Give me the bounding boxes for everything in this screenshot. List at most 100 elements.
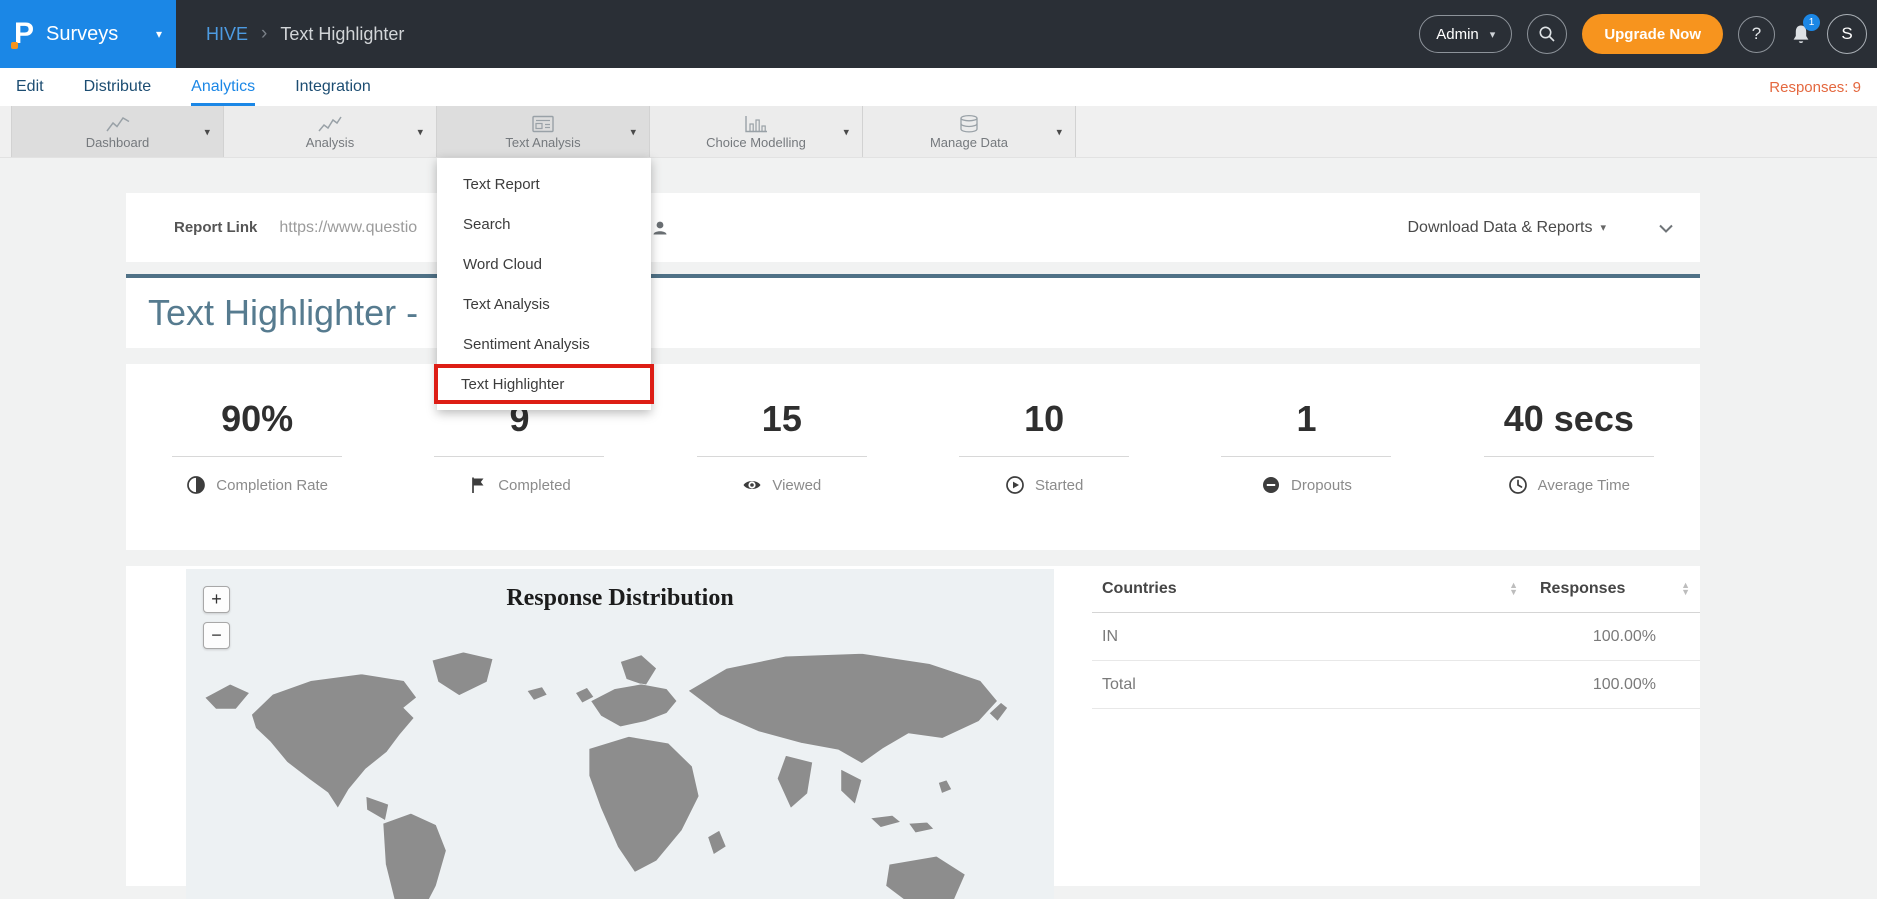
tab-edit[interactable]: Edit <box>16 68 44 106</box>
stat-value: 90% <box>126 398 388 440</box>
stat-label: Viewed <box>772 477 821 494</box>
chevron-down-icon: ▾ <box>417 125 423 138</box>
sort-icon[interactable]: ▲ ▼ <box>1509 582 1518 596</box>
product-name: Surveys <box>46 23 156 46</box>
divider <box>434 456 604 457</box>
toolbar-item-label: Analysis <box>306 135 354 150</box>
admin-label: Admin <box>1436 26 1479 43</box>
map-zoom-in-button[interactable]: + <box>203 586 230 613</box>
menu-item-text-analysis[interactable]: Text Analysis <box>437 284 651 324</box>
sort-icon[interactable]: ▲ ▼ <box>1681 582 1690 596</box>
stat-value: 1 <box>1175 398 1437 440</box>
help-label: ? <box>1752 24 1761 44</box>
countries-header-label: Countries <box>1102 580 1177 598</box>
tab-analytics[interactable]: Analytics <box>191 68 255 106</box>
stat-label: Completion Rate <box>216 477 328 494</box>
breadcrumb-separator-icon: › <box>261 23 267 45</box>
responses-header-label: Responses <box>1540 580 1625 598</box>
completion-rate-icon <box>186 475 206 495</box>
responses-cell: 100.00% <box>1593 628 1656 646</box>
help-button[interactable]: ? <box>1738 16 1775 53</box>
upgrade-now-button[interactable]: Upgrade Now <box>1582 14 1723 54</box>
report-link-bar: Report Link https://www.questio Download <box>126 193 1700 262</box>
breadcrumb-survey[interactable]: HIVE <box>206 24 248 45</box>
topbar-actions: Admin ▾ Upgrade Now ? 1 S <box>1419 14 1877 54</box>
flag-icon <box>468 475 488 495</box>
survey-nav: Edit Distribute Analytics Integration Re… <box>0 68 1877 106</box>
topbar: P Surveys ▾ HIVE › Text Highlighter Admi… <box>0 0 1877 68</box>
chevron-down-icon: ▾ <box>843 125 849 138</box>
divider <box>959 456 1129 457</box>
menu-item-word-cloud[interactable]: Word Cloud <box>437 244 651 284</box>
toolbar-item-label: Dashboard <box>86 135 150 150</box>
logo-dot <box>11 42 18 49</box>
stat-completion-rate: 90% Completion Rate <box>126 398 388 500</box>
countries-table: Countries ▲ ▼ Responses ▲ ▼ <box>1092 566 1700 886</box>
contact-icon[interactable] <box>651 219 669 237</box>
search-button[interactable] <box>1527 14 1567 54</box>
notifications-button[interactable]: 1 <box>1790 21 1812 47</box>
chevron-down-icon: ▾ <box>1600 221 1606 234</box>
response-distribution-card: + − Response Distribution <box>126 566 1700 886</box>
download-label: Download Data & Reports <box>1407 219 1592 237</box>
table-row: Total 100.00% <box>1092 661 1700 709</box>
toolbar-item-text-analysis[interactable]: Text Analysis ▾ <box>437 106 650 157</box>
admin-menu-button[interactable]: Admin ▾ <box>1419 15 1512 53</box>
world-map[interactable] <box>192 633 1040 899</box>
toolbar-item-analysis[interactable]: Analysis ▾ <box>224 106 437 157</box>
analytics-toolbar: Dashboard ▾ Analysis ▾ Text Analysis ▾ C… <box>0 106 1877 158</box>
toolbar-item-manage-data[interactable]: Manage Data ▾ <box>863 106 1076 157</box>
table-header-row: Countries ▲ ▼ Responses ▲ ▼ <box>1092 566 1700 613</box>
stat-viewed: 15 Viewed <box>651 398 913 500</box>
responses-cell: 100.00% <box>1593 676 1656 694</box>
stat-average-time: 40 secs Average Time <box>1438 398 1700 500</box>
download-data-reports-button[interactable]: Download Data & Reports ▾ <box>1407 219 1606 237</box>
stat-dropouts: 1 Dropouts <box>1175 398 1437 500</box>
product-switcher[interactable]: P Surveys ▾ <box>0 0 176 68</box>
toolbar-item-label: Text Analysis <box>505 135 580 150</box>
menu-item-text-report[interactable]: Text Report <box>437 164 651 204</box>
table-row: IN 100.00% <box>1092 613 1700 661</box>
clock-icon <box>1508 475 1528 495</box>
page-title-bar: Text Highlighter - <box>126 274 1700 348</box>
stat-value: 40 secs <box>1438 398 1700 440</box>
chevron-down-icon: ▾ <box>204 125 210 138</box>
bar-chart-icon <box>743 114 769 134</box>
countries-column-header[interactable]: Countries ▲ ▼ <box>1102 580 1540 598</box>
stat-label: Dropouts <box>1291 477 1352 494</box>
responses-column-header[interactable]: Responses ▲ ▼ <box>1540 580 1690 598</box>
user-avatar[interactable]: S <box>1827 14 1867 54</box>
tab-distribute[interactable]: Distribute <box>84 68 152 106</box>
report-link-label: Report Link <box>174 219 257 236</box>
breadcrumb: HIVE › Text Highlighter <box>206 23 404 45</box>
search-icon <box>1538 25 1556 43</box>
stat-value: 10 <box>913 398 1175 440</box>
map-title: Response Distribution <box>186 585 1054 612</box>
stat-label: Average Time <box>1538 477 1630 494</box>
collapse-chevron-icon[interactable] <box>1656 218 1676 238</box>
page-title: Text Highlighter - <box>148 292 418 334</box>
analysis-chart-icon <box>317 114 343 134</box>
menu-item-search[interactable]: Search <box>437 204 651 244</box>
play-circle-icon <box>1005 475 1025 495</box>
map-zoom-out-button[interactable]: − <box>203 622 230 649</box>
minus-circle-icon <box>1261 475 1281 495</box>
country-cell: Total <box>1102 676 1136 694</box>
avatar-initial: S <box>1841 24 1852 44</box>
questionpro-logo: P <box>14 19 34 49</box>
text-report-icon <box>530 114 556 134</box>
notification-badge: 1 <box>1803 14 1820 31</box>
divider <box>697 456 867 457</box>
response-map: + − Response Distribution <box>186 569 1054 899</box>
tab-integration[interactable]: Integration <box>295 68 371 106</box>
breadcrumb-current-page: Text Highlighter <box>280 24 404 45</box>
toolbar-item-dashboard[interactable]: Dashboard ▾ <box>11 106 224 157</box>
sort-desc-icon: ▼ <box>1509 589 1518 596</box>
divider <box>1221 456 1391 457</box>
survey-stats-card: 90% Completion Rate 9 <box>126 364 1700 550</box>
menu-item-text-highlighter[interactable]: Text Highlighter <box>434 364 654 404</box>
toolbar-item-label: Choice Modelling <box>706 135 806 150</box>
chevron-down-icon: ▾ <box>156 27 162 41</box>
menu-item-sentiment-analysis[interactable]: Sentiment Analysis <box>437 324 651 364</box>
toolbar-item-choice-modelling[interactable]: Choice Modelling ▾ <box>650 106 863 157</box>
